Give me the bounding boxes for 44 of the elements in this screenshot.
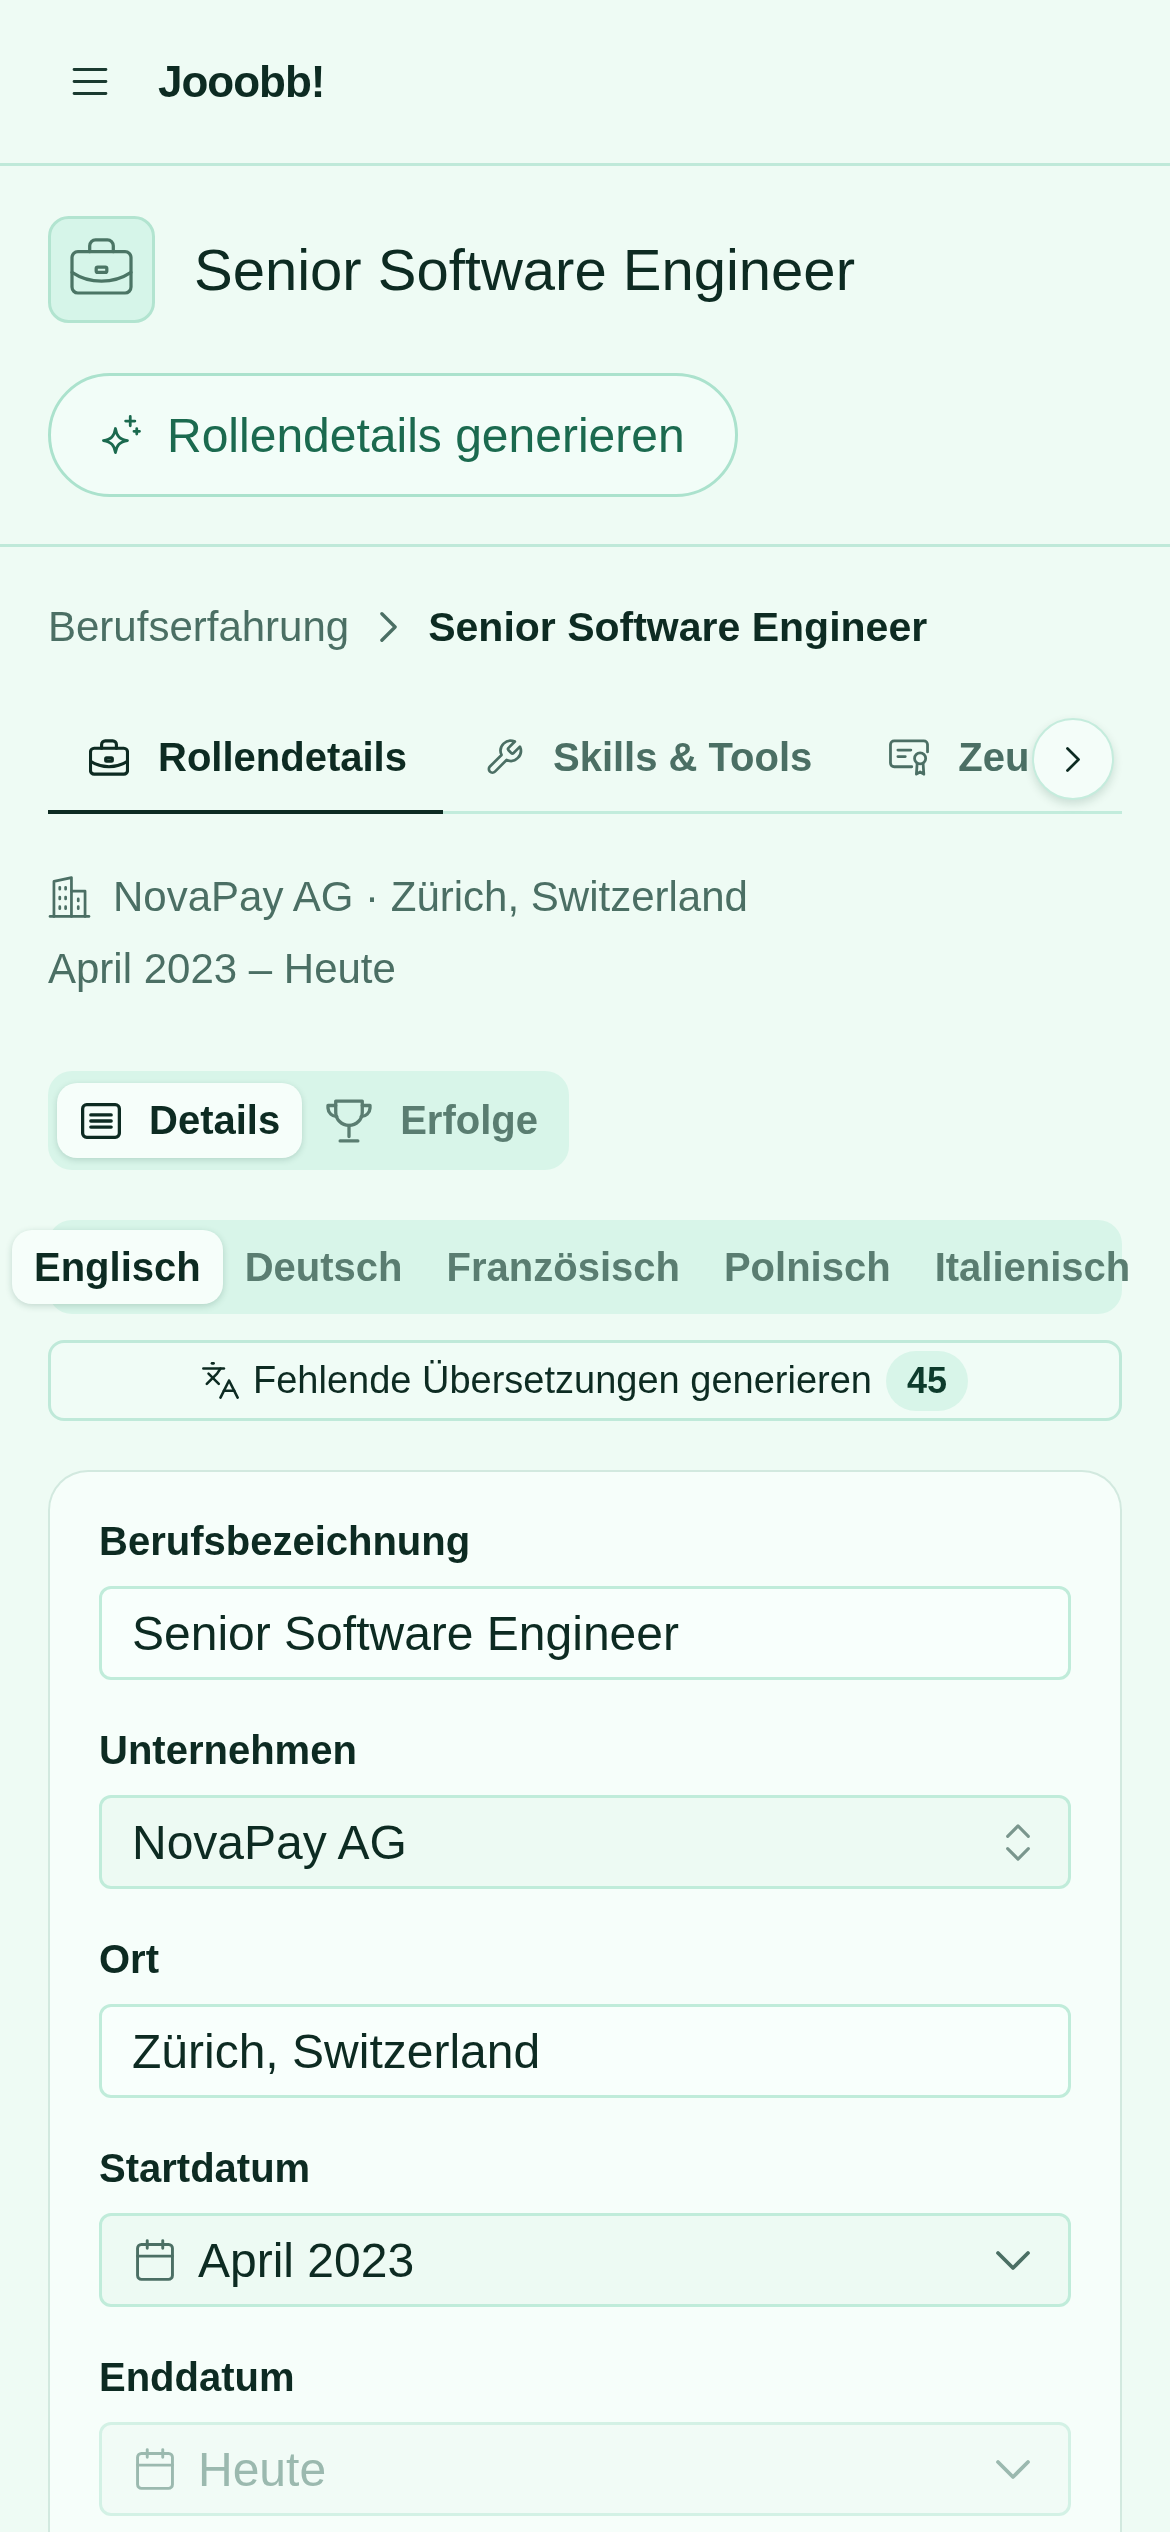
app-logo: Jooobb!	[158, 59, 325, 104]
language-tab[interactable]: Französisch	[424, 1230, 702, 1304]
field-label: Enddatum	[99, 2354, 295, 2401]
text-input-field[interactable]: Senior Software Engineer	[99, 1586, 1071, 1680]
generate-button[interactable]: Rollendetails generieren	[48, 373, 738, 497]
breadcrumb-link[interactable]: Berufserfahrung	[48, 603, 350, 651]
chevron-down-icon	[996, 2250, 1030, 2270]
language-tab[interactable]: Deutsch	[222, 1230, 425, 1304]
calendar-icon	[136, 2239, 174, 2281]
menu-icon[interactable]	[72, 68, 108, 95]
briefcase-icon	[48, 216, 155, 323]
tab[interactable]: Rollendetails	[48, 704, 443, 814]
company-location: NovaPay AG · Zürich, Switzerland	[113, 873, 748, 921]
field-label: Berufsbezeichnung	[99, 1518, 471, 1565]
field-label: Unternehmen	[99, 1727, 357, 1774]
chevrons-up-down-icon	[1006, 1823, 1030, 1861]
view-toggle-tab[interactable]: Erfolge	[302, 1083, 560, 1158]
language-tab[interactable]: Polnisch	[701, 1230, 913, 1304]
chevron-right-icon	[1066, 746, 1080, 772]
field-label: Startdatum	[99, 2145, 311, 2192]
language-tab[interactable]: Italienisch	[912, 1230, 1153, 1304]
building-icon	[48, 876, 91, 918]
sparkle-icon	[101, 415, 141, 455]
text-input-field[interactable]: Zürich, Switzerland	[99, 2004, 1071, 2098]
trophy-icon	[326, 1098, 373, 1143]
calendar-icon	[136, 2448, 174, 2490]
chevron-right-icon	[380, 612, 398, 642]
select-field[interactable]: NovaPay AG	[99, 1795, 1071, 1889]
document-icon	[81, 1102, 121, 1139]
translate-button[interactable]: Fehlende Übersetzungen generieren 45	[48, 1340, 1122, 1421]
tab[interactable]: Skills & Tools	[442, 704, 849, 814]
language-tab[interactable]: Englisch	[12, 1230, 223, 1304]
chevron-down-icon	[996, 2459, 1030, 2479]
employment-period: April 2023 – Heute	[48, 944, 396, 994]
page-title: Senior Software Engineer	[194, 235, 855, 304]
briefcase-icon	[89, 738, 129, 776]
date-picker-field[interactable]: April 2023	[99, 2213, 1071, 2307]
tab[interactable]: Zeu	[848, 704, 1030, 814]
certificate-icon	[889, 738, 930, 776]
translate-icon	[202, 1362, 239, 1399]
view-toggle-tab[interactable]: Details	[57, 1083, 303, 1158]
count-badge: 45	[885, 1350, 968, 1411]
field-label: Ort	[99, 1936, 159, 1983]
breadcrumb-current: Senior Software Engineer	[428, 603, 928, 651]
